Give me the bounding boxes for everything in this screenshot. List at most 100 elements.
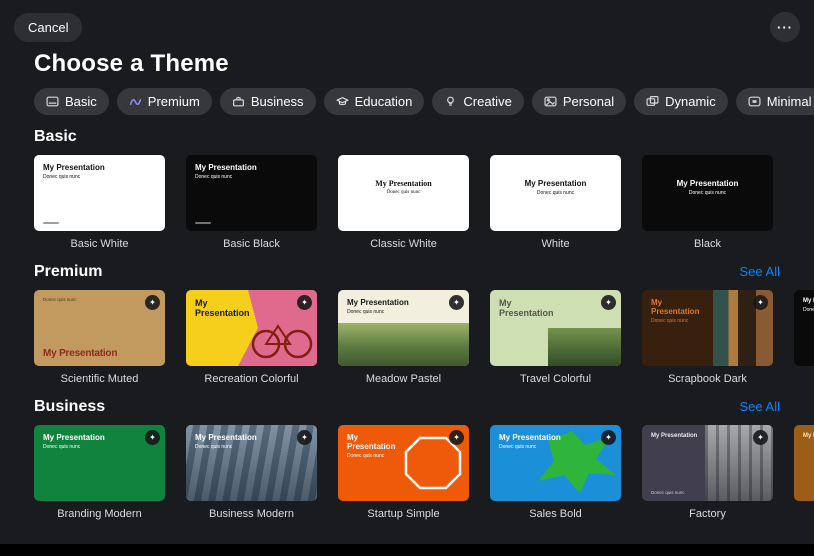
graduation-cap-icon xyxy=(336,95,349,108)
chip-label: Personal xyxy=(562,94,615,109)
lightbulb-icon xyxy=(444,95,457,108)
card-subtitle: Donec quis nunc xyxy=(688,190,727,197)
theme-name: Meadow Pastel xyxy=(365,373,442,385)
see-all-link-business[interactable]: See All xyxy=(740,399,780,414)
chip-label: Basic xyxy=(65,94,97,109)
card-title: My Presentation xyxy=(43,433,105,442)
card-text: My Presentation Donec quis nunc xyxy=(803,298,814,313)
card-title: My Presentation xyxy=(499,298,554,319)
card-subtitle: Donec quis nunc xyxy=(195,174,233,181)
card-text: My Presentation Donec quis nunc xyxy=(499,433,612,450)
theme-item[interactable]: My Presentation Donec quis nunc Basic Wh… xyxy=(34,155,165,250)
theme-card-basic-white[interactable]: My Presentation Donec quis nunc xyxy=(34,155,165,231)
theme-name: Branding Modern xyxy=(57,508,142,520)
theme-card-startup-simple[interactable]: My Presentation Donec quis nunc ✦ xyxy=(338,425,469,501)
theme-card-scrapbook-dark[interactable]: My Presentation Donec quis nunc ✦ xyxy=(642,290,773,366)
chip-label: Dynamic xyxy=(665,94,716,109)
chip-label: Business xyxy=(250,94,304,109)
theme-name: Basic Black xyxy=(223,238,280,250)
filter-chip-personal[interactable]: Personal xyxy=(531,88,627,115)
theme-item[interactable]: My Presentation Donec quis nunc ✦ Sales … xyxy=(490,425,621,520)
card-title: My Presentation xyxy=(803,298,814,304)
card-title: My Presentation xyxy=(347,433,396,452)
filter-chip-basic[interactable]: Basic xyxy=(34,88,109,115)
filter-chip-premium[interactable]: Premium xyxy=(116,88,212,115)
premium-star-badge: ✦ xyxy=(449,430,464,445)
filter-chip-education[interactable]: Education xyxy=(323,88,425,115)
theme-item[interactable]: My Presentation Donec quis nunc ✦ Scrapb… xyxy=(642,290,773,385)
card-text: My Presentation Donec quis nunc xyxy=(195,163,308,180)
card-text: My Presentation Donec quis nunc xyxy=(347,298,460,315)
theme-card-branding-modern[interactable]: My Presentation Donec quis nunc ✦ xyxy=(34,425,165,501)
theme-card-partial[interactable]: My Presentation ✦ xyxy=(794,425,814,501)
more-options-button[interactable]: ··· xyxy=(770,12,800,42)
theme-chooser-screen: Cancel ··· Choose a Theme Basic Premium … xyxy=(0,0,814,544)
theme-item[interactable]: My Presentation Donec quis nunc ✦ Factor… xyxy=(642,425,773,520)
card-title: My Presentation xyxy=(676,179,739,188)
theme-card-travel-colorful[interactable]: My Presentation ✦ xyxy=(490,290,621,366)
filter-chip-creative[interactable]: Creative xyxy=(432,88,524,115)
chip-label: Premium xyxy=(147,94,200,109)
section-header: Basic xyxy=(34,128,780,146)
theme-item-partial[interactable]: My Presentation ✦ xyxy=(794,425,814,520)
section-header: Business See All xyxy=(34,398,780,416)
card-title: My Presentation xyxy=(43,348,118,359)
theme-item[interactable]: My Presentation Donec quis nunc Basic Bl… xyxy=(186,155,317,250)
theme-name: Black xyxy=(694,238,721,250)
theme-item[interactable]: Donec quis nunc My Presentation ✦ Scient… xyxy=(34,290,165,385)
card-subtitle: Donec quis nunc xyxy=(386,190,421,196)
theme-item-partial[interactable]: My Presentation Donec quis nunc xyxy=(794,290,814,385)
card-subtitle: Donec quis nunc xyxy=(651,490,685,495)
filter-chip-minimal[interactable]: Minimal xyxy=(735,88,814,115)
card-title: My Presentation xyxy=(195,433,257,442)
theme-card-basic-black[interactable]: My Presentation Donec quis nunc xyxy=(186,155,317,231)
card-text: My Presentation Donec quis nunc xyxy=(344,179,463,196)
theme-item[interactable]: My Presentation ✦ Travel Colorful xyxy=(490,290,621,385)
theme-name: Business Modern xyxy=(209,508,294,520)
card-title: My Presentation xyxy=(651,298,700,317)
theme-name: Basic White xyxy=(70,238,129,250)
theme-item[interactable]: My Presentation Donec quis nunc White xyxy=(490,155,621,250)
theme-card-partial[interactable]: My Presentation Donec quis nunc xyxy=(794,290,814,366)
theme-item[interactable]: My Presentation Donec quis nunc ✦ Startu… xyxy=(338,425,469,520)
theme-card-black[interactable]: My Presentation Donec quis nunc xyxy=(642,155,773,231)
card-title: My Presentation xyxy=(347,298,409,307)
ellipsis-icon: ··· xyxy=(777,19,793,35)
premium-squiggle-icon xyxy=(129,95,142,108)
premium-star-badge: ✦ xyxy=(145,295,160,310)
theme-card-sales-bold[interactable]: My Presentation Donec quis nunc ✦ xyxy=(490,425,621,501)
landscape-painting-graphic xyxy=(338,323,469,366)
theme-row-premium: Donec quis nunc My Presentation ✦ Scient… xyxy=(0,290,814,385)
theme-card-scientific-muted[interactable]: Donec quis nunc My Presentation ✦ xyxy=(34,290,165,366)
card-subtitle: Donec quis nunc xyxy=(536,190,575,197)
theme-card-classic-white[interactable]: My Presentation Donec quis nunc xyxy=(338,155,469,231)
theme-card-white[interactable]: My Presentation Donec quis nunc xyxy=(490,155,621,231)
theme-card-business-modern[interactable]: My Presentation Donec quis nunc ✦ xyxy=(186,425,317,501)
theme-item[interactable]: My Presentation Donec quis nunc Black xyxy=(642,155,773,250)
card-subtitle: Donec quis nunc xyxy=(347,453,385,460)
theme-name: Sales Bold xyxy=(529,508,582,520)
theme-item[interactable]: My Presentation Donec quis nunc ✦ Busine… xyxy=(186,425,317,520)
briefcase-icon xyxy=(232,95,245,108)
theme-name: Factory xyxy=(689,508,726,520)
top-bar: Cancel ··· xyxy=(0,0,814,42)
theme-name: Scrapbook Dark xyxy=(668,373,747,385)
card-text: My Presentation Donec quis nunc xyxy=(496,179,615,196)
card-text: My Presentation Donec quis nunc xyxy=(195,433,308,450)
card-title: My Presentation xyxy=(524,179,587,188)
theme-item[interactable]: My Presentation Donec quis nunc ✦ Brandi… xyxy=(34,425,165,520)
see-all-link-premium[interactable]: See All xyxy=(740,264,780,279)
cancel-button[interactable]: Cancel xyxy=(14,12,83,42)
theme-card-recreation-colorful[interactable]: My Presentation ✦ xyxy=(186,290,317,366)
chip-label: Minimal xyxy=(766,94,812,109)
theme-item[interactable]: My Presentation Donec quis nunc Classic … xyxy=(338,155,469,250)
section-title: Premium xyxy=(34,263,103,280)
card-text: My Presentation Donec quis nunc xyxy=(648,179,767,196)
card-text: My Presentation xyxy=(651,433,710,440)
theme-card-factory[interactable]: My Presentation Donec quis nunc ✦ xyxy=(642,425,773,501)
theme-card-meadow-pastel[interactable]: My Presentation Donec quis nunc ✦ xyxy=(338,290,469,366)
filter-chip-dynamic[interactable]: Dynamic xyxy=(634,88,728,115)
theme-item[interactable]: My Presentation ✦ Recreation Colorful xyxy=(186,290,317,385)
theme-item[interactable]: My Presentation Donec quis nunc ✦ Meadow… xyxy=(338,290,469,385)
filter-chip-business[interactable]: Business xyxy=(219,88,316,115)
